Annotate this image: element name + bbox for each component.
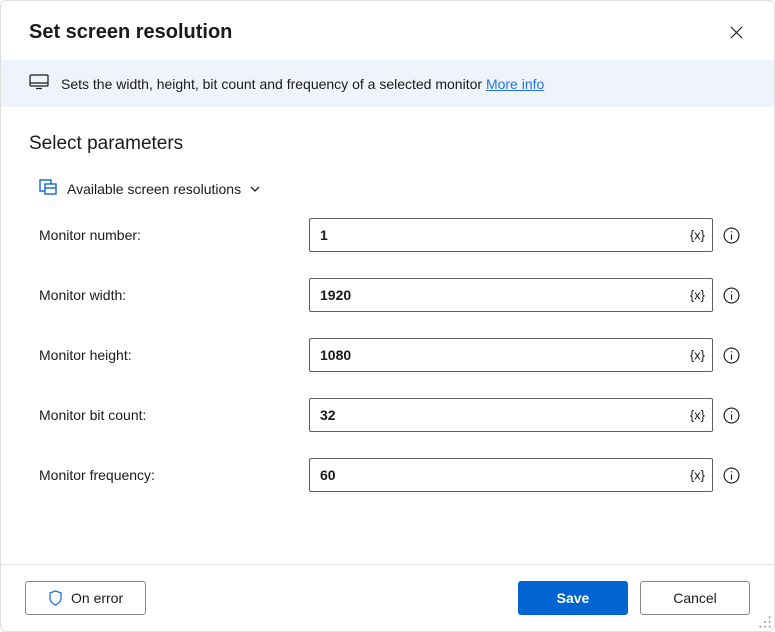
info-text: Sets the width, height, bit count and fr…: [61, 76, 544, 92]
field-label: Monitor height:: [39, 347, 309, 363]
fx-token-button[interactable]: {x}: [690, 408, 705, 423]
section-title: Select parameters: [29, 133, 746, 155]
close-icon: [729, 25, 744, 40]
field-info-button[interactable]: [723, 287, 740, 304]
monitor-number-input[interactable]: [309, 218, 713, 252]
variables-toggle[interactable]: Available screen resolutions: [29, 177, 746, 200]
info-icon: [723, 467, 740, 484]
info-icon: [723, 407, 740, 424]
monitor-width-input[interactable]: [309, 278, 713, 312]
field-info-button[interactable]: [723, 407, 740, 424]
field-monitor-bit-count: Monitor bit count: {x}: [39, 398, 746, 432]
cancel-button[interactable]: Cancel: [640, 581, 750, 615]
info-icon: [723, 287, 740, 304]
fields-container: Monitor number: {x} Monitor width: {x}: [29, 218, 746, 492]
field-label: Monitor width:: [39, 287, 309, 303]
field-monitor-number: Monitor number: {x}: [39, 218, 746, 252]
monitor-frequency-input[interactable]: [309, 458, 713, 492]
info-bar: Sets the width, height, bit count and fr…: [1, 60, 774, 107]
input-wrap: {x}: [309, 458, 713, 492]
close-button[interactable]: [723, 19, 750, 46]
field-monitor-width: Monitor width: {x}: [39, 278, 746, 312]
field-info-button[interactable]: [723, 227, 740, 244]
field-label: Monitor frequency:: [39, 467, 309, 483]
field-monitor-height: Monitor height: {x}: [39, 338, 746, 372]
info-icon: [723, 227, 740, 244]
fx-token-button[interactable]: {x}: [690, 348, 705, 363]
monitor-bit-count-input[interactable]: [309, 398, 713, 432]
input-wrap: {x}: [309, 278, 713, 312]
info-icon: [723, 347, 740, 364]
field-label: Monitor bit count:: [39, 407, 309, 423]
on-error-label: On error: [71, 590, 123, 606]
dialog-footer: On error Save Cancel: [1, 564, 774, 631]
field-label: Monitor number:: [39, 227, 309, 243]
variables-label: Available screen resolutions: [67, 181, 261, 197]
save-button[interactable]: Save: [518, 581, 628, 615]
monitor-height-input[interactable]: [309, 338, 713, 372]
fx-token-button[interactable]: {x}: [690, 288, 705, 303]
variables-icon: [39, 177, 57, 200]
dialog-header: Set screen resolution: [1, 1, 774, 60]
chevron-down-icon: [249, 183, 261, 195]
field-monitor-frequency: Monitor frequency: {x}: [39, 458, 746, 492]
dialog: Set screen resolution Sets the width, he…: [0, 0, 775, 632]
input-wrap: {x}: [309, 398, 713, 432]
fx-token-button[interactable]: {x}: [690, 468, 705, 483]
input-wrap: {x}: [309, 218, 713, 252]
field-info-button[interactable]: [723, 347, 740, 364]
footer-actions: Save Cancel: [518, 581, 750, 615]
dialog-content: Select parameters Available screen resol…: [1, 107, 774, 564]
dialog-title: Set screen resolution: [29, 21, 232, 44]
shield-icon: [48, 590, 63, 606]
field-info-button[interactable]: [723, 467, 740, 484]
on-error-button[interactable]: On error: [25, 581, 146, 615]
input-wrap: {x}: [309, 338, 713, 372]
fx-token-button[interactable]: {x}: [690, 228, 705, 243]
more-info-link[interactable]: More info: [486, 76, 544, 92]
action-icon: [29, 74, 49, 93]
